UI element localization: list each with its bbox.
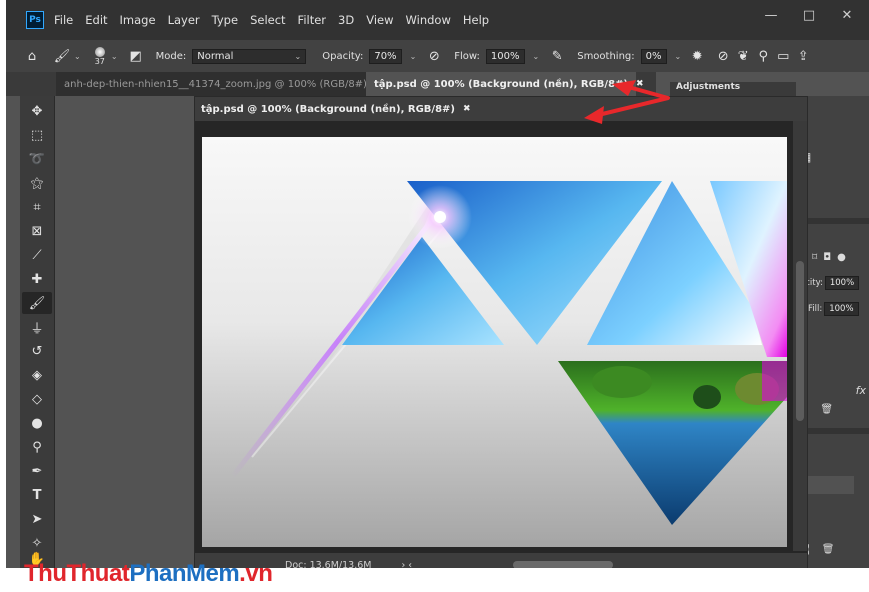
watermark-part2: PhanMem <box>129 560 240 587</box>
annotation-arrowhead-bottom <box>584 106 604 124</box>
annotation-arrow <box>592 86 670 118</box>
watermark-part1: ThuThuat <box>24 560 130 587</box>
annotation-arrows <box>584 80 670 124</box>
watermark: ThuThuatPhanMem.vn <box>24 560 273 588</box>
watermark-part3: .vn <box>239 560 273 587</box>
